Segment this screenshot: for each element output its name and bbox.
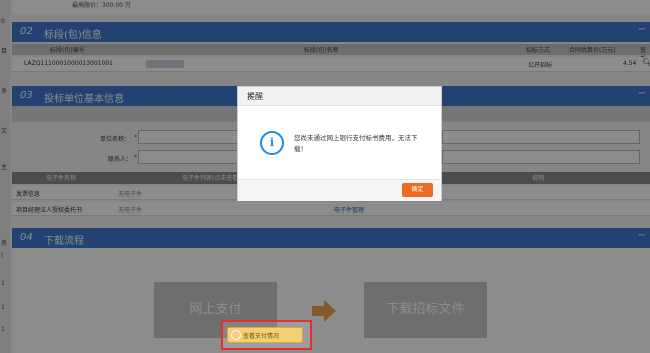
clock-icon [231,330,241,340]
dialog-message: 您尚未通过网上银行支付标书费用，无法下载！ [294,134,418,153]
view-payment-button[interactable]: 查看支付情况 [227,327,303,343]
dialog-titlebar: 提醒 × [238,87,441,106]
highlight-box: 查看支付情况 [221,320,312,350]
reminder-dialog: 提醒 × i 您尚未通过网上银行支付标书费用，无法下载！ 确定 [237,86,442,201]
info-icon: i [260,131,284,155]
ok-button[interactable]: 确定 [402,183,433,197]
view-payment-label: 查看支付情况 [243,333,280,340]
dialog-footer: 确定 [238,179,441,201]
close-icon[interactable]: × [247,91,433,100]
